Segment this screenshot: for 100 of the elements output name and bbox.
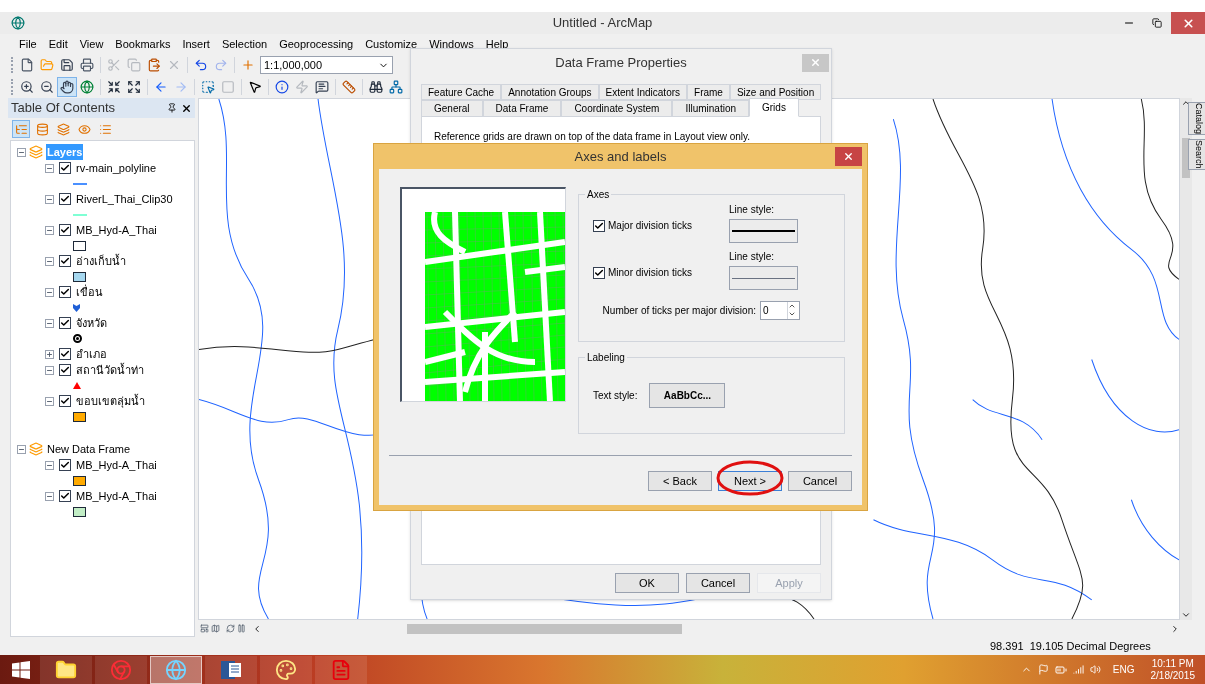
- list-tree-icon: [14, 122, 28, 136]
- layer-label[interactable]: MB_Hyd-A_Thai: [76, 456, 157, 474]
- collapse-icon[interactable]: [45, 225, 54, 235]
- layer-label[interactable]: MB_Hyd-A_Thai: [76, 487, 157, 505]
- line-style-label: Line style:: [729, 203, 776, 217]
- close-icon[interactable]: [181, 102, 192, 114]
- spin-up-icon[interactable]: [788, 302, 796, 310]
- spin-down-icon[interactable]: [788, 310, 796, 318]
- hand-tool[interactable]: [57, 77, 77, 97]
- collapse-icon[interactable]: [45, 460, 54, 470]
- language-indicator[interactable]: ENG: [1112, 662, 1135, 677]
- dialog-button[interactable]: Cancel: [788, 471, 852, 492]
- layer-label[interactable]: อ่างเก็บน้ำ: [76, 252, 126, 270]
- printer-icon: [80, 58, 94, 72]
- vertical-scrollbar[interactable]: [1180, 98, 1192, 620]
- menu-item[interactable]: View: [73, 35, 110, 53]
- checkbox-label[interactable]: Minor division ticks: [608, 265, 692, 280]
- checkbox[interactable]: [59, 364, 71, 376]
- checkbox[interactable]: [59, 286, 71, 298]
- layer-label[interactable]: เขื่อน: [76, 283, 103, 301]
- refresh-icon[interactable]: [226, 624, 235, 633]
- ticks-spin-field[interactable]: 0: [760, 301, 800, 320]
- layer-label[interactable]: RiverL_Thai_Clip30: [76, 190, 173, 208]
- pin-icon[interactable]: [167, 103, 177, 113]
- menu-item[interactable]: Bookmarks: [109, 35, 177, 53]
- dialog-button[interactable]: Cancel: [686, 573, 750, 593]
- pause-icon[interactable]: [237, 624, 246, 633]
- checkbox[interactable]: [59, 317, 71, 329]
- start-icon[interactable]: [12, 660, 30, 679]
- tab[interactable]: Grids: [749, 98, 799, 117]
- menu-item[interactable]: Edit: [42, 35, 74, 53]
- menu-item[interactable]: Selection: [215, 35, 274, 53]
- collapse-icon[interactable]: [17, 444, 26, 454]
- collapse-icon[interactable]: [45, 287, 54, 297]
- close-button[interactable]: [1171, 12, 1205, 34]
- scroll-left-icon[interactable]: [252, 623, 262, 634]
- collapse-icon[interactable]: [45, 365, 54, 375]
- collapse-icon[interactable]: [45, 256, 54, 266]
- layer-label[interactable]: MB_Hyd-A_Thai: [76, 221, 157, 239]
- data-frame-label[interactable]: New Data Frame: [46, 440, 132, 458]
- menu-item[interactable]: File: [13, 35, 43, 53]
- checkbox[interactable]: [59, 224, 71, 236]
- layout-view-icon[interactable]: [200, 624, 209, 633]
- close-button[interactable]: [835, 147, 862, 166]
- tab[interactable]: Annotation Groups: [501, 84, 599, 100]
- redo-icon: [214, 58, 228, 72]
- scroll-right-icon[interactable]: [1170, 623, 1180, 634]
- taskbar-app[interactable]: [150, 655, 202, 684]
- browser-icon: [110, 658, 132, 681]
- tab[interactable]: Extent Indicators: [598, 84, 688, 100]
- checkbox[interactable]: [59, 348, 71, 360]
- pointer-icon: [248, 80, 262, 94]
- collapse-icon[interactable]: [17, 147, 26, 157]
- signal-icon[interactable]: [1072, 664, 1084, 675]
- layers-icon: [29, 145, 43, 159]
- menu-item[interactable]: Insert: [176, 35, 216, 53]
- text-style-button[interactable]: AaBbCc...: [649, 383, 726, 408]
- line-style-button[interactable]: [729, 219, 798, 243]
- map-view-icon[interactable]: [211, 624, 220, 633]
- scroll-down-icon[interactable]: [1181, 610, 1191, 620]
- database-icon: [35, 122, 49, 136]
- collapse-icon[interactable]: [45, 163, 54, 173]
- checkbox[interactable]: [59, 255, 71, 267]
- checkbox[interactable]: [593, 219, 605, 232]
- dialog-button[interactable]: < Back: [648, 471, 712, 492]
- taskbar-app[interactable]: [260, 655, 312, 684]
- checkbox[interactable]: [59, 193, 71, 205]
- tab[interactable]: Frame: [687, 84, 730, 100]
- checkbox[interactable]: [59, 459, 71, 471]
- checkbox[interactable]: [59, 162, 71, 174]
- zoom-in-icon: [20, 80, 34, 94]
- collapse-icon[interactable]: [45, 491, 54, 501]
- taskbar-app[interactable]: [40, 655, 92, 684]
- checkbox[interactable]: [59, 490, 71, 502]
- volume-icon[interactable]: [1089, 664, 1101, 675]
- group-label: Axes: [586, 188, 611, 202]
- taskbar-app[interactable]: [205, 655, 257, 684]
- menu-item[interactable]: Customize: [359, 35, 424, 53]
- scale-field[interactable]: 1:1,000,000: [260, 56, 393, 74]
- layer-label[interactable]: rv-main_polyline: [76, 159, 157, 177]
- tab[interactable]: Feature Cache: [421, 84, 502, 100]
- collapse-icon[interactable]: [45, 194, 54, 204]
- layer-label[interactable]: อำเภอ: [76, 345, 107, 363]
- checkbox[interactable]: [59, 395, 71, 407]
- checkbox[interactable]: [593, 266, 605, 279]
- layer-label[interactable]: ขอบเขตลุ่มน้ำ: [76, 392, 145, 410]
- scroll-thumb[interactable]: [407, 623, 682, 634]
- scroll-up-icon[interactable]: [1181, 98, 1191, 108]
- expand-icon[interactable]: [45, 349, 54, 359]
- folder-icon: [55, 658, 77, 681]
- collapse-icon[interactable]: [45, 318, 54, 328]
- checkbox-label[interactable]: Major division ticks: [608, 218, 692, 233]
- layers-tool[interactable]: [54, 120, 72, 138]
- layer-label[interactable]: สถานีวัดน้ำท่า: [76, 361, 144, 379]
- menu-item[interactable]: Geoprocessing: [273, 35, 360, 53]
- layer-label[interactable]: จังหวัด: [76, 314, 107, 332]
- collapse-icon[interactable]: [45, 396, 54, 406]
- dialog-button[interactable]: OK: [615, 573, 679, 593]
- line-sample: [732, 230, 795, 232]
- tab[interactable]: Size and Position: [729, 84, 822, 100]
